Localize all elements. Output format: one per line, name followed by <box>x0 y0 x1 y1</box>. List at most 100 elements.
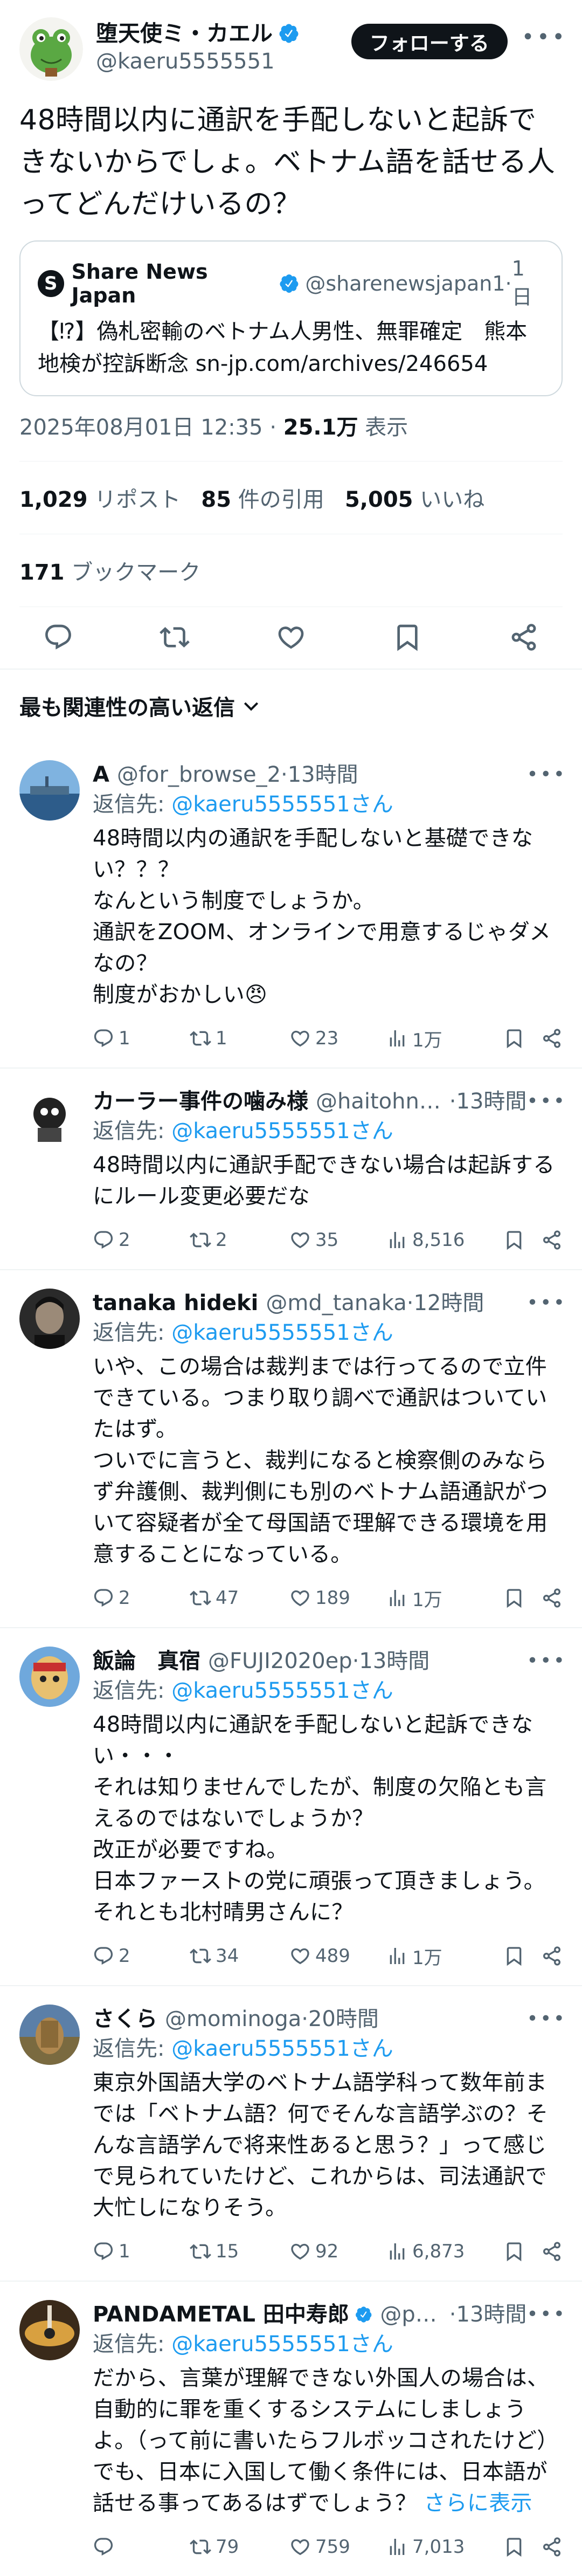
reply-avatar[interactable] <box>19 1289 80 1349</box>
author-avatar[interactable] <box>19 17 83 81</box>
reply-author-name[interactable]: 飯論 真宿 <box>93 1647 200 1676</box>
reply-avatar[interactable] <box>19 2300 80 2360</box>
reply-avatar[interactable] <box>19 760 80 821</box>
reply-time[interactable]: 20時間 <box>308 2005 379 2034</box>
reply-icon <box>94 1947 113 1965</box>
reply-item[interactable]: カーラー事件の噛み様 @haitohns... · 13時間 • • • 返信先… <box>0 1069 582 1270</box>
reply-author-handle[interactable]: @haitohns... <box>316 1087 449 1116</box>
reply-button[interactable]: 1 <box>93 1028 190 1049</box>
bookmark-icon[interactable] <box>503 1587 525 1609</box>
share-icon[interactable] <box>541 1945 563 1967</box>
reply-item[interactable]: A @for_browse_2 · 13時間 • • • 返信先: @kaeru… <box>0 742 582 1069</box>
share-icon[interactable] <box>541 1229 563 1251</box>
reply-author-name[interactable]: PANDAMETAL 田中寿郎 <box>93 2300 349 2329</box>
reply-to-link[interactable]: @kaeru5555551さん <box>171 2036 393 2061</box>
reply-time[interactable]: 13時間 <box>288 760 358 789</box>
reply-author-handle[interactable]: @pan... <box>380 2300 449 2329</box>
views-button[interactable]: 1万 <box>386 1025 478 1052</box>
like-button[interactable]: 23 <box>289 1028 386 1049</box>
bookmarks-stat[interactable]: 171 ブックマーク <box>19 560 200 585</box>
reply-author-name[interactable]: さくら <box>93 2005 157 2034</box>
more-icon[interactable]: • • • <box>526 760 565 789</box>
like-button[interactable]: 759 <box>289 2536 386 2558</box>
more-icon[interactable]: • • • <box>522 25 565 50</box>
like-button[interactable]: 35 <box>289 1229 386 1251</box>
reply-button[interactable] <box>93 2536 190 2558</box>
quoted-tweet[interactable]: S Share News Japan @sharenewsjapan1 · 1日… <box>19 240 563 396</box>
reply-to-link[interactable]: @kaeru5555551さん <box>171 1119 393 1144</box>
reply-time[interactable]: 13時間 <box>456 1087 527 1116</box>
repost-button[interactable]: 79 <box>190 2536 289 2558</box>
show-more-link[interactable]: さらに表示 <box>424 2491 532 2516</box>
views-button[interactable]: 6,873 <box>386 2241 478 2262</box>
reply-button[interactable]: 2 <box>93 1587 190 1609</box>
author-handle[interactable]: @kaeru5555551 <box>96 47 351 75</box>
bookmark-icon[interactable] <box>503 2241 525 2262</box>
reply-author-name[interactable]: カーラー事件の噛み様 <box>93 1087 308 1116</box>
repost-button[interactable]: 1 <box>190 1028 289 1049</box>
reply-author-name[interactable]: A <box>93 760 109 789</box>
reply-item[interactable]: tanaka hideki @md_tanaka · 12時間 • • • 返信… <box>0 1270 582 1628</box>
repost-count: 15 <box>216 2241 239 2262</box>
reply-item[interactable]: さくら @mominoga · 20時間 • • • 返信先: @kaeru55… <box>0 1986 582 2282</box>
bookmark-icon[interactable] <box>392 622 422 652</box>
reply-to-link[interactable]: @kaeru5555551さん <box>171 1320 393 1345</box>
views-button[interactable]: 8,516 <box>386 1229 478 1251</box>
reply-avatar[interactable] <box>19 1647 80 1707</box>
reply-to-link[interactable]: @kaeru5555551さん <box>171 2332 393 2357</box>
like-button[interactable]: 189 <box>289 1587 386 1609</box>
bookmark-icon[interactable] <box>503 1028 525 1049</box>
like-button[interactable]: 92 <box>289 2241 386 2262</box>
reply-author-handle[interactable]: @for_browse_2 <box>117 760 281 789</box>
reply-author-handle[interactable]: @mominoga <box>165 2005 301 2034</box>
more-icon[interactable]: • • • <box>526 2300 565 2329</box>
bookmark-icon[interactable] <box>503 1945 525 1967</box>
share-icon[interactable] <box>541 1028 563 1049</box>
reply-button[interactable]: 1 <box>93 2241 190 2262</box>
author-display-name[interactable]: 堕天使ミ・カエル <box>96 19 351 47</box>
repost-icon[interactable] <box>160 622 190 652</box>
reposts-stat[interactable]: 1,029 リポスト <box>19 487 181 512</box>
reply-time[interactable]: 13時間 <box>359 1647 429 1676</box>
repost-button[interactable]: 34 <box>190 1945 289 1967</box>
views-button[interactable]: 1万 <box>386 1585 478 1611</box>
reply-button[interactable]: 2 <box>93 1945 190 1967</box>
likes-stat[interactable]: 5,005 いいね <box>345 487 484 512</box>
share-icon[interactable] <box>541 2536 563 2558</box>
reply-item[interactable]: PANDAMETAL 田中寿郎 @pan... · 13時間 • • • 返信先… <box>0 2282 582 2576</box>
reply-body: 飯論 真宿 @FUJI2020ep · 13時間 • • • 返信先: @kae… <box>93 1647 565 1970</box>
reply-to-link[interactable]: @kaeru5555551さん <box>171 792 393 817</box>
tweet-timestamp[interactable]: 2025年08月01日 12:35 <box>19 415 263 440</box>
views-button[interactable]: 1万 <box>386 1943 478 1969</box>
reply-author-name[interactable]: tanaka hideki <box>93 1289 258 1318</box>
more-icon[interactable]: • • • <box>526 1087 565 1116</box>
reply-avatar[interactable] <box>19 2005 80 2065</box>
bookmark-icon[interactable] <box>503 1229 525 1251</box>
more-icon[interactable]: • • • <box>526 1647 565 1676</box>
reply-time[interactable]: 12時間 <box>413 1289 484 1318</box>
reply-author-handle[interactable]: @md_tanaka <box>266 1289 406 1318</box>
reply-item[interactable]: 飯論 真宿 @FUJI2020ep · 13時間 • • • 返信先: @kae… <box>0 1628 582 1986</box>
more-icon[interactable]: • • • <box>526 2005 565 2034</box>
views-button[interactable]: 7,013 <box>386 2536 478 2558</box>
reply-sort-dropdown[interactable]: 最も関連性の高い返信 <box>0 670 582 742</box>
follow-button[interactable]: フォローする <box>351 24 508 59</box>
repost-button[interactable]: 2 <box>190 1229 289 1251</box>
reply-to-link[interactable]: @kaeru5555551さん <box>171 1678 393 1703</box>
quotes-stat[interactable]: 85 件の引用 <box>201 487 324 512</box>
like-button[interactable]: 489 <box>289 1945 386 1967</box>
reply-button[interactable]: 2 <box>93 1229 190 1251</box>
reply-time[interactable]: 13時間 <box>456 2300 527 2329</box>
reply-icon[interactable] <box>43 622 73 652</box>
reply-author-handle[interactable]: @FUJI2020ep <box>208 1647 352 1676</box>
share-icon[interactable] <box>541 2241 563 2262</box>
repost-button[interactable]: 47 <box>190 1587 289 1609</box>
like-icon <box>291 1948 309 1965</box>
reply-avatar[interactable] <box>19 1087 80 1147</box>
share-icon[interactable] <box>541 1587 563 1609</box>
like-icon[interactable] <box>276 622 306 652</box>
repost-button[interactable]: 15 <box>190 2241 289 2262</box>
bookmark-icon[interactable] <box>503 2536 525 2558</box>
share-icon[interactable] <box>509 622 539 652</box>
more-icon[interactable]: • • • <box>526 1289 565 1318</box>
